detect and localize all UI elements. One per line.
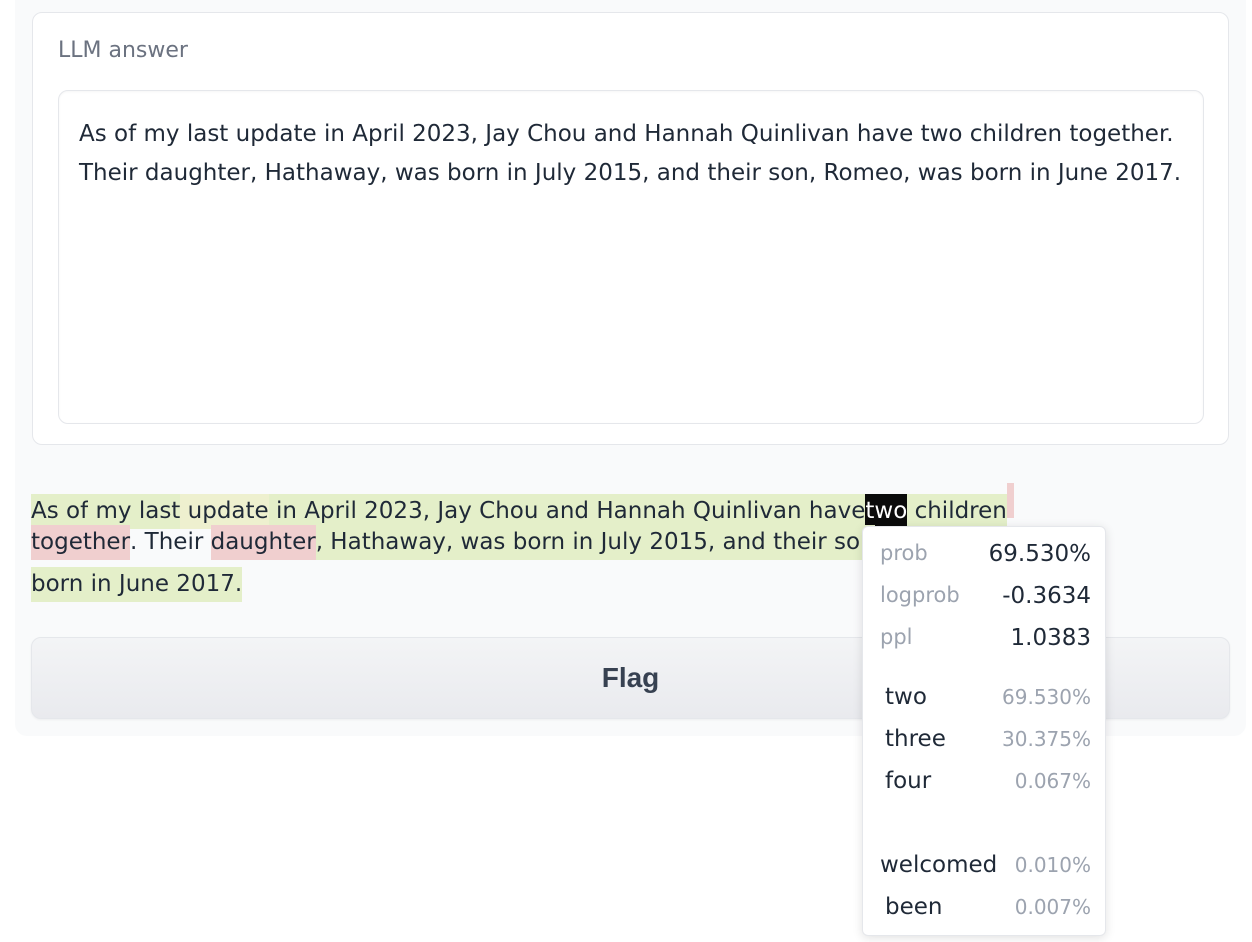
- token[interactable]: of: [58, 494, 89, 529]
- candidate-prob: 30.375%: [1002, 727, 1091, 751]
- candidate-prob: 0.010%: [1014, 853, 1091, 877]
- token[interactable]: .: [130, 525, 137, 560]
- token[interactable]: have: [801, 494, 866, 529]
- candidate-prob: 0.007%: [1014, 895, 1091, 919]
- token[interactable]: Jay: [430, 494, 472, 529]
- token[interactable]: in: [565, 525, 594, 560]
- answer-label: LLM answer: [58, 38, 188, 63]
- token[interactable]: their: [765, 525, 827, 560]
- token[interactable]: children: [907, 494, 1007, 529]
- token[interactable]: As: [31, 494, 59, 529]
- token[interactable]: ,: [315, 525, 323, 560]
- stat-key: logprob: [880, 583, 960, 607]
- token[interactable]: .: [234, 567, 243, 602]
- token[interactable]: April: [296, 494, 357, 529]
- candidate-token: welcomed: [880, 852, 998, 878]
- token[interactable]: my: [88, 494, 132, 529]
- answer-textarea[interactable]: As of my last update in April 2023, Jay …: [58, 90, 1204, 424]
- token[interactable]: last: [131, 494, 181, 529]
- stat-value: -0.3634: [1002, 583, 1091, 609]
- token-selected[interactable]: two: [865, 494, 908, 529]
- candidate-token: two: [885, 684, 927, 710]
- stat-key: prob: [880, 541, 928, 565]
- token[interactable]: [203, 525, 210, 560]
- candidate-row[interactable]: four 0.067%: [863, 768, 1107, 798]
- token[interactable]: ,: [707, 525, 716, 560]
- candidate-prob: 69.530%: [1002, 685, 1091, 709]
- token[interactable]: ,: [445, 525, 454, 560]
- stat-key: ppl: [880, 625, 913, 649]
- token[interactable]: 2015: [642, 525, 708, 560]
- candidate-row[interactable]: three 30.375%: [863, 726, 1107, 756]
- token-line-2: together. Their daughter, Hathaway, was …: [31, 525, 875, 560]
- token[interactable]: ,: [422, 494, 431, 529]
- candidate-token: been: [885, 894, 943, 920]
- token[interactable]: born: [505, 525, 566, 560]
- token[interactable]: and: [538, 494, 590, 529]
- token-line-3: born in June 2017.: [31, 567, 243, 602]
- token[interactable]: 2023: [356, 494, 423, 529]
- candidate-row[interactable]: [863, 810, 1107, 840]
- candidate-token: three: [885, 726, 946, 752]
- token[interactable]: was: [453, 525, 506, 560]
- token-tooltip: prob 69.530% logprob -0.3634 ppl 1.0383 …: [862, 526, 1106, 936]
- token[interactable]: together: [31, 525, 131, 560]
- token[interactable]: Their: [137, 525, 204, 560]
- token[interactable]: update: [180, 494, 269, 529]
- token[interactable]: in: [268, 494, 297, 529]
- token[interactable]: July: [593, 525, 643, 560]
- candidate-row[interactable]: been 0.007%: [863, 894, 1107, 924]
- token[interactable]: Hathaway: [323, 525, 446, 560]
- token[interactable]: Chou: [471, 494, 539, 529]
- token[interactable]: Hannah: [589, 494, 686, 529]
- token[interactable]: and: [715, 525, 766, 560]
- token[interactable]: 2017: [169, 567, 235, 602]
- stat-ppl: ppl 1.0383: [863, 625, 1107, 655]
- token[interactable]: in: [83, 567, 112, 602]
- stat-value: 1.0383: [1010, 625, 1091, 651]
- stat-value: 69.530%: [988, 541, 1091, 567]
- token[interactable]: [1006, 483, 1014, 518]
- token[interactable]: Quinlivan: [685, 494, 802, 529]
- token[interactable]: June: [111, 567, 169, 602]
- stat-prob: prob 69.530%: [863, 541, 1107, 571]
- candidate-row[interactable]: two 69.530%: [863, 684, 1107, 714]
- stat-logprob: logprob -0.3634: [863, 583, 1107, 613]
- candidate-row[interactable]: welcomed 0.010%: [863, 852, 1107, 882]
- token[interactable]: born: [31, 567, 84, 602]
- candidate-token: four: [885, 768, 932, 794]
- token-line-1: As of my last update in April 2023, Jay …: [31, 483, 1014, 529]
- token[interactable]: daughter: [210, 525, 316, 560]
- candidate-prob: 0.067%: [1014, 769, 1091, 793]
